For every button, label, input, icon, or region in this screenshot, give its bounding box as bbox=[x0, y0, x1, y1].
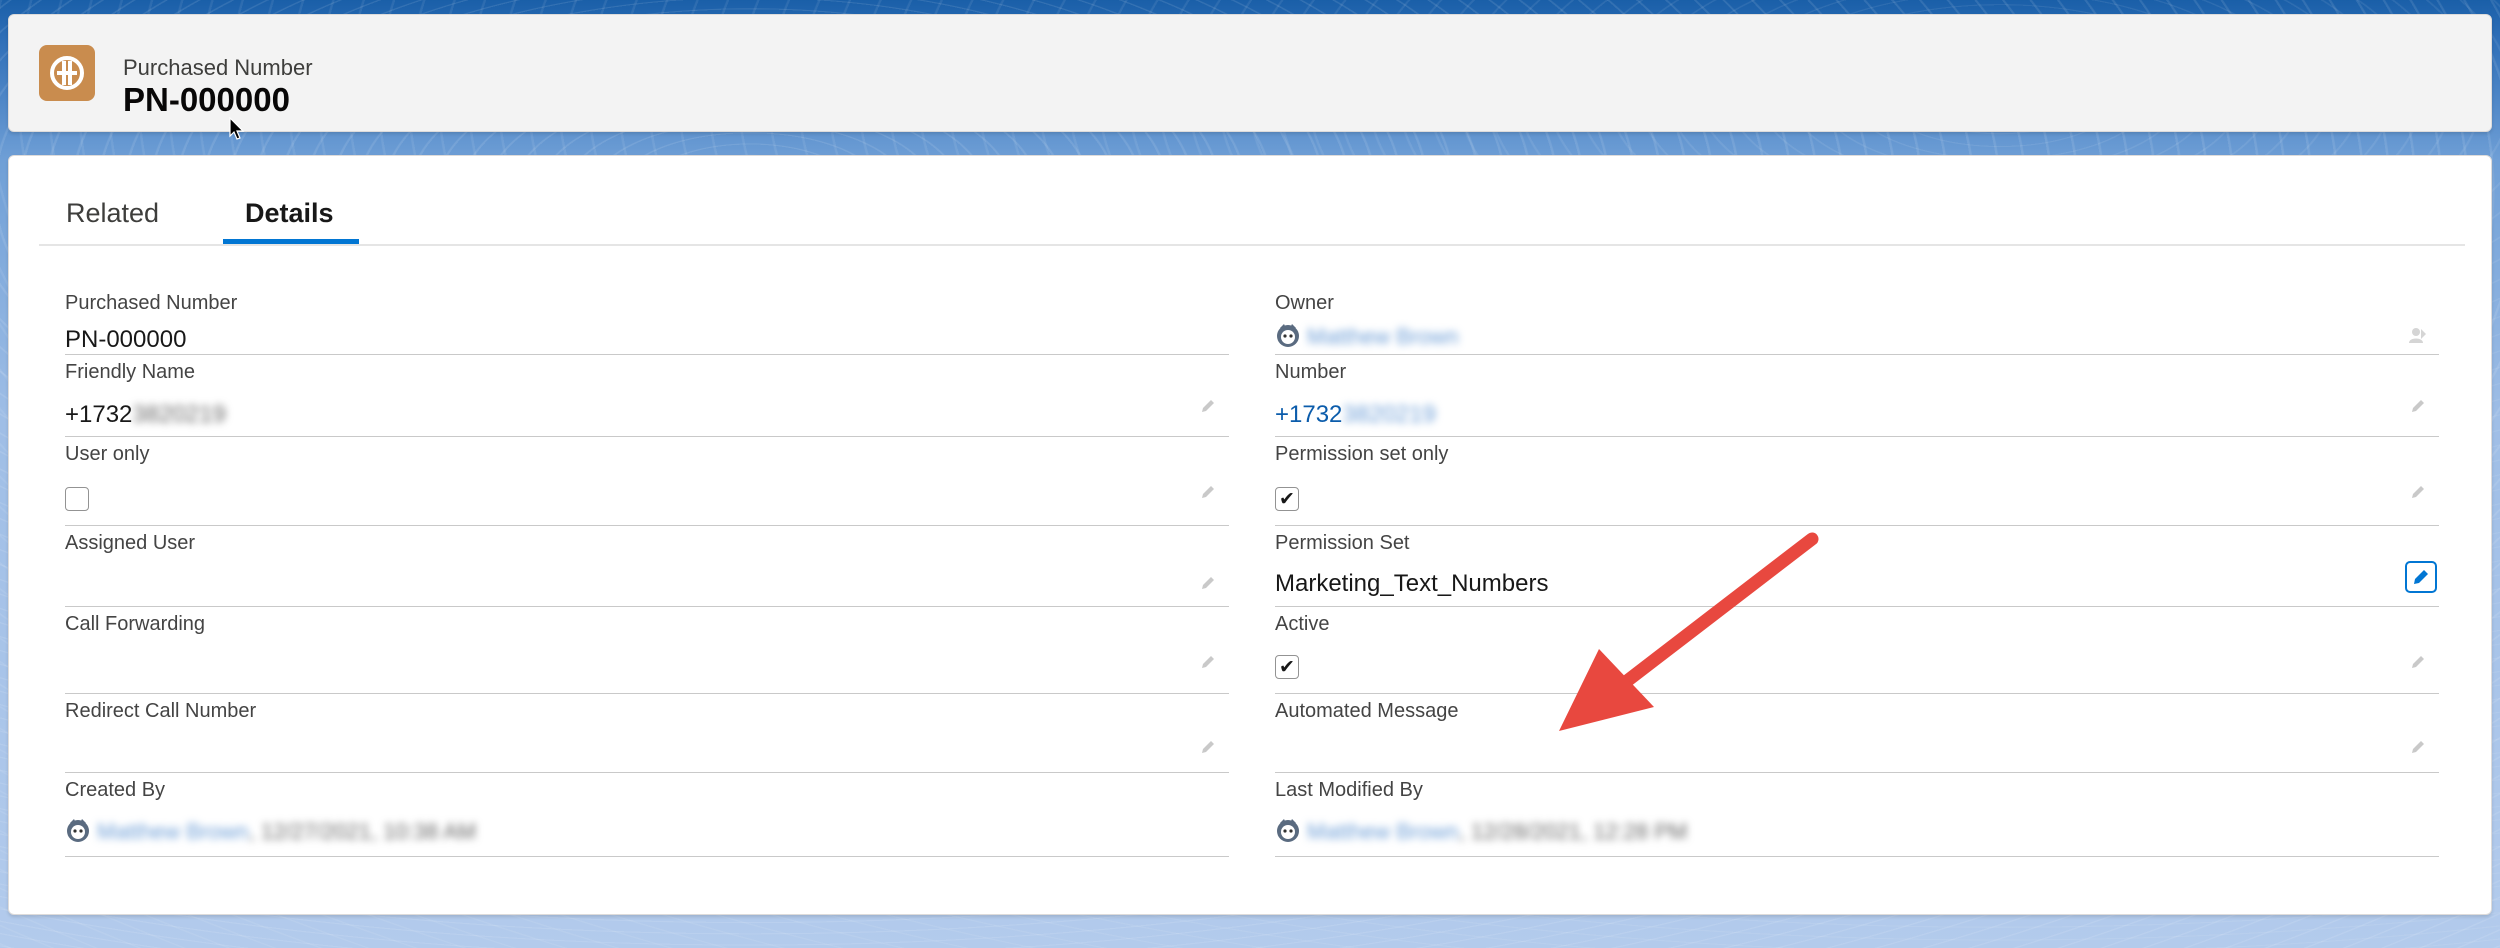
edit-pencil-icon[interactable] bbox=[2405, 561, 2437, 593]
field-label: Created By bbox=[65, 779, 166, 801]
field-label: Permission set only bbox=[1275, 443, 1449, 465]
permission-set-only-checkbox[interactable]: ✔ bbox=[1275, 487, 1299, 511]
record-title: PN-000000 bbox=[123, 81, 290, 118]
field-label: Number bbox=[1275, 361, 1347, 383]
annotation-arrow bbox=[1554, 531, 1834, 736]
permission-set-value: Marketing_Text_Numbers bbox=[1275, 570, 1549, 597]
last-modified-by-user-link[interactable]: Matthew Brown bbox=[1307, 819, 1459, 844]
edit-pencil-icon[interactable] bbox=[2407, 736, 2429, 758]
active-checkbox[interactable]: ✔ bbox=[1275, 655, 1299, 679]
change-owner-icon[interactable] bbox=[2407, 324, 2429, 346]
field-call-forwarding: Call Forwarding bbox=[65, 607, 1229, 694]
owner-value: Matthew Brown bbox=[1275, 322, 1459, 354]
field-active: Active ✔ bbox=[1275, 607, 2439, 694]
edit-pencil-icon[interactable] bbox=[2407, 651, 2429, 673]
created-by-value: Matthew Brown, 12/27/2021, 10:38 AM bbox=[65, 817, 476, 849]
field-label: Friendly Name bbox=[65, 361, 196, 383]
edit-pencil-icon[interactable] bbox=[1197, 395, 1219, 417]
field-owner: Owner Matthew Brown bbox=[1275, 286, 2439, 355]
right-field-column: Owner Matthew Brown Number +17323820219 … bbox=[1275, 286, 2439, 857]
record-header: Purchased Number PN-000000 bbox=[8, 14, 2492, 140]
tab-bar: Related Details bbox=[39, 156, 2465, 246]
edit-pencil-icon[interactable] bbox=[1197, 651, 1219, 673]
field-label: Purchased Number bbox=[65, 292, 238, 314]
user-only-checkbox[interactable] bbox=[65, 487, 89, 511]
field-number: Number +17323820219 bbox=[1275, 355, 2439, 437]
edit-pencil-icon[interactable] bbox=[2407, 481, 2429, 503]
field-user-only: User only bbox=[65, 437, 1229, 526]
user-avatar-icon bbox=[1275, 322, 1301, 354]
tab-related[interactable]: Related bbox=[66, 198, 159, 229]
edit-pencil-icon[interactable] bbox=[1197, 572, 1219, 594]
field-last-modified-by: Last Modified By Matthew Brown, 12/28/20… bbox=[1275, 773, 2439, 857]
field-label: Assigned User bbox=[65, 532, 196, 554]
owner-user-link[interactable]: Matthew Brown bbox=[1307, 324, 1459, 349]
details-card: Related Details Purchased Number PN-0000… bbox=[8, 155, 2492, 915]
last-modified-by-value: Matthew Brown, 12/28/2021, 12:28 PM bbox=[1275, 817, 1687, 849]
purchased-number-object-icon bbox=[39, 45, 95, 101]
active-tab-indicator bbox=[223, 239, 359, 244]
field-assigned-user: Assigned User bbox=[65, 526, 1229, 607]
created-by-timestamp: , 12/27/2021, 10:38 AM bbox=[248, 818, 477, 844]
friendly-name-value: +17323820219 bbox=[65, 401, 226, 429]
edit-pencil-icon[interactable] bbox=[1197, 481, 1219, 503]
field-created-by: Created By Matthew Brown, 12/27/2021, 10… bbox=[65, 773, 1229, 857]
edit-pencil-icon[interactable] bbox=[2407, 395, 2429, 417]
mouse-cursor-icon bbox=[229, 116, 245, 146]
user-avatar-icon bbox=[65, 817, 91, 849]
field-label: Automated Message bbox=[1275, 700, 1459, 722]
field-permission-set-only: Permission set only ✔ bbox=[1275, 437, 2439, 526]
field-label: Call Forwarding bbox=[65, 613, 206, 635]
user-avatar-icon bbox=[1275, 817, 1301, 849]
friendly-name-redacted: 3820219 bbox=[132, 401, 226, 428]
field-automated-message: Automated Message bbox=[1275, 694, 2439, 773]
edit-pencil-icon[interactable] bbox=[1197, 736, 1219, 758]
field-label: Redirect Call Number bbox=[65, 700, 257, 722]
last-modified-by-timestamp: , 12/28/2021, 12:28 PM bbox=[1458, 818, 1688, 844]
field-redirect-call-number: Redirect Call Number bbox=[65, 694, 1229, 773]
field-friendly-name: Friendly Name +17323820219 bbox=[65, 355, 1229, 437]
field-label: Permission Set bbox=[1275, 532, 1410, 554]
field-label: User only bbox=[65, 443, 150, 465]
number-redacted: 3820219 bbox=[1342, 401, 1436, 428]
number-prefix: +1732 bbox=[1275, 401, 1343, 428]
field-label: Active bbox=[1275, 613, 1330, 635]
object-type-label: Purchased Number bbox=[123, 55, 313, 80]
field-purchased-number: Purchased Number PN-000000 bbox=[65, 286, 1229, 355]
created-by-user-link[interactable]: Matthew Brown bbox=[97, 819, 249, 844]
purchased-number-value: PN-000000 bbox=[65, 326, 187, 353]
field-label: Last Modified By bbox=[1275, 779, 1423, 801]
tab-details[interactable]: Details bbox=[245, 198, 334, 229]
field-label: Owner bbox=[1275, 292, 1334, 314]
friendly-name-prefix: +1732 bbox=[65, 401, 133, 428]
number-value[interactable]: +17323820219 bbox=[1275, 401, 1436, 429]
field-permission-set: Permission Set Marketing_Text_Numbers bbox=[1275, 526, 2439, 607]
left-field-column: Purchased Number PN-000000 Friendly Name… bbox=[65, 286, 1229, 857]
